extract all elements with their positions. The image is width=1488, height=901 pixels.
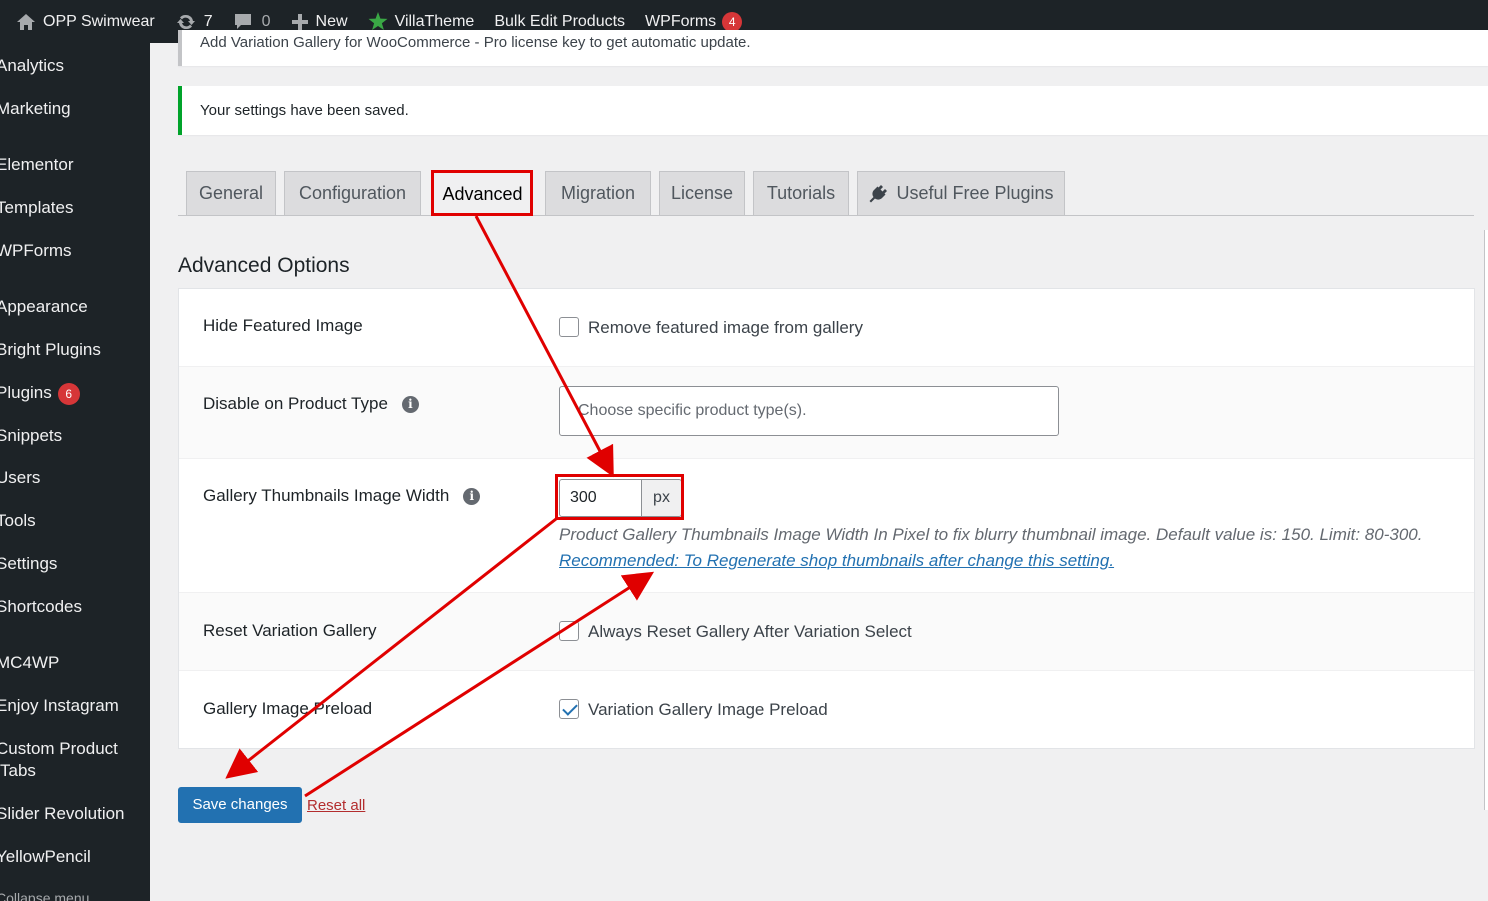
bulk-edit-label: Bulk Edit Products: [494, 12, 626, 30]
sidebar-item-snippets[interactable]: Snippets: [0, 425, 62, 447]
sidebar-item-slider-revolution[interactable]: Slider Revolution: [0, 803, 125, 825]
license-notice: Add Variation Gallery for WooCommerce - …: [178, 30, 1488, 66]
option-row-reset-gallery: Reset Variation Gallery Always Reset Gal…: [179, 593, 1474, 671]
tab-license[interactable]: License: [659, 171, 745, 215]
new-label: New: [315, 12, 348, 30]
right-panel-edge: [1484, 230, 1488, 810]
tab-advanced[interactable]: Advanced: [432, 171, 533, 216]
advanced-options-box: Hide Featured Image Remove featured imag…: [178, 288, 1475, 749]
tab-useful-free-plugins-label: Useful Free Plugins: [896, 183, 1054, 203]
option-row-thumb-width: Gallery Thumbnails Image Width i 300 px …: [179, 459, 1474, 593]
preload-checkbox[interactable]: [559, 699, 579, 719]
sidebar-item-plugins-label: Plugins: [0, 383, 52, 402]
tab-useful-free-plugins[interactable]: Useful Free Plugins: [857, 171, 1065, 215]
hide-featured-checkbox[interactable]: [559, 317, 579, 337]
option-row-disable-product-type: Disable on Product Type i Choose specifi…: [179, 367, 1474, 459]
save-changes-button[interactable]: Save changes: [178, 787, 302, 823]
collapse-menu-button[interactable]: Collapse menu: [0, 890, 89, 901]
sidebar-item-tools[interactable]: Tools: [0, 510, 36, 532]
disable-product-type-label: Disable on Product Type: [203, 394, 388, 413]
tab-general[interactable]: General: [186, 171, 276, 215]
thumb-width-unit: px: [641, 479, 682, 517]
product-type-select[interactable]: Choose specific product type(s).: [559, 386, 1059, 436]
hide-featured-label: Hide Featured Image: [203, 316, 363, 335]
sidebar-item-templates[interactable]: Templates: [0, 197, 73, 219]
thumb-width-input[interactable]: 300: [559, 479, 641, 517]
villatheme-label: VillaTheme: [394, 12, 475, 30]
sidebar-item-users[interactable]: Users: [0, 467, 40, 489]
settings-saved-text: Your settings have been saved.: [200, 102, 409, 119]
updates-icon: [176, 14, 195, 29]
option-row-preload: Gallery Image Preload Variation Gallery …: [179, 671, 1474, 749]
reset-gallery-checkbox-label: Always Reset Gallery After Variation Sel…: [588, 622, 912, 641]
wpforms-label: WPForms: [645, 12, 717, 30]
preload-checkbox-label: Variation Gallery Image Preload: [588, 700, 828, 719]
info-icon[interactable]: i: [401, 395, 419, 413]
sidebar-item-wpforms[interactable]: WPForms: [0, 240, 72, 262]
sidebar-item-analytics[interactable]: Analytics: [0, 55, 64, 77]
comment-icon: [234, 13, 251, 29]
preload-label: Gallery Image Preload: [203, 699, 373, 718]
home-icon: [17, 13, 35, 30]
hide-featured-checkbox-label: Remove featured image from gallery: [588, 318, 863, 337]
site-name-link[interactable]: OPP Swimwear: [6, 0, 165, 43]
sidebar-item-enjoy-instagram[interactable]: Enjoy Instagram: [0, 695, 119, 717]
admin-sidebar: Analytics Marketing Elementor Templates …: [0, 43, 150, 901]
sidebar-item-elementor[interactable]: Elementor: [0, 154, 73, 176]
tab-configuration[interactable]: Configuration: [284, 171, 421, 215]
sidebar-item-plugins[interactable]: Plugins 6: [0, 382, 80, 405]
thumb-width-description: Product Gallery Thumbnails Image Width I…: [559, 525, 1423, 544]
star-icon: [368, 12, 388, 30]
sidebar-item-shortcodes[interactable]: Shortcodes: [0, 596, 82, 618]
info-icon[interactable]: i: [463, 487, 481, 505]
reset-gallery-checkbox[interactable]: [559, 621, 579, 641]
regenerate-thumbnails-link[interactable]: Recommended: To Regenerate shop thumbnai…: [559, 551, 1114, 571]
thumb-width-label-wrap: Gallery Thumbnails Image Width i: [203, 486, 481, 506]
plug-icon: [869, 184, 888, 202]
option-row-hide-featured: Hide Featured Image Remove featured imag…: [179, 289, 1474, 367]
wpforms-badge: 4: [722, 11, 743, 32]
disable-product-type-label-wrap: Disable on Product Type i: [203, 394, 419, 414]
tab-tutorials[interactable]: Tutorials: [753, 171, 849, 215]
comments-count: 0: [261, 12, 271, 30]
sidebar-item-bright-plugins[interactable]: Bright Plugins: [0, 339, 101, 361]
tab-migration[interactable]: Migration: [545, 171, 651, 215]
tabs-divider: [178, 215, 1474, 216]
plugins-update-badge: 6: [57, 382, 80, 405]
sidebar-item-custom-product-tabs[interactable]: Custom Product Tabs: [0, 738, 150, 782]
plus-icon: [291, 13, 308, 30]
updates-count: 7: [203, 12, 213, 30]
license-notice-text: Add Variation Gallery for WooCommerce - …: [200, 34, 751, 51]
sidebar-item-yellowpencil[interactable]: YellowPencil: [0, 846, 91, 868]
section-title: Advanced Options: [178, 254, 350, 277]
sidebar-item-marketing[interactable]: Marketing: [0, 98, 71, 120]
site-name-label: OPP Swimwear: [43, 12, 155, 30]
thumb-width-label: Gallery Thumbnails Image Width: [203, 486, 450, 505]
settings-saved-notice: Your settings have been saved.: [178, 86, 1488, 135]
sidebar-item-appearance[interactable]: Appearance: [0, 296, 88, 318]
product-type-placeholder: Choose specific product type(s).: [578, 402, 807, 419]
sidebar-item-settings[interactable]: Settings: [0, 553, 57, 575]
reset-all-link[interactable]: Reset all: [307, 797, 365, 814]
sidebar-item-mc4wp[interactable]: MC4WP: [0, 652, 59, 674]
reset-gallery-label: Reset Variation Gallery: [203, 621, 377, 640]
